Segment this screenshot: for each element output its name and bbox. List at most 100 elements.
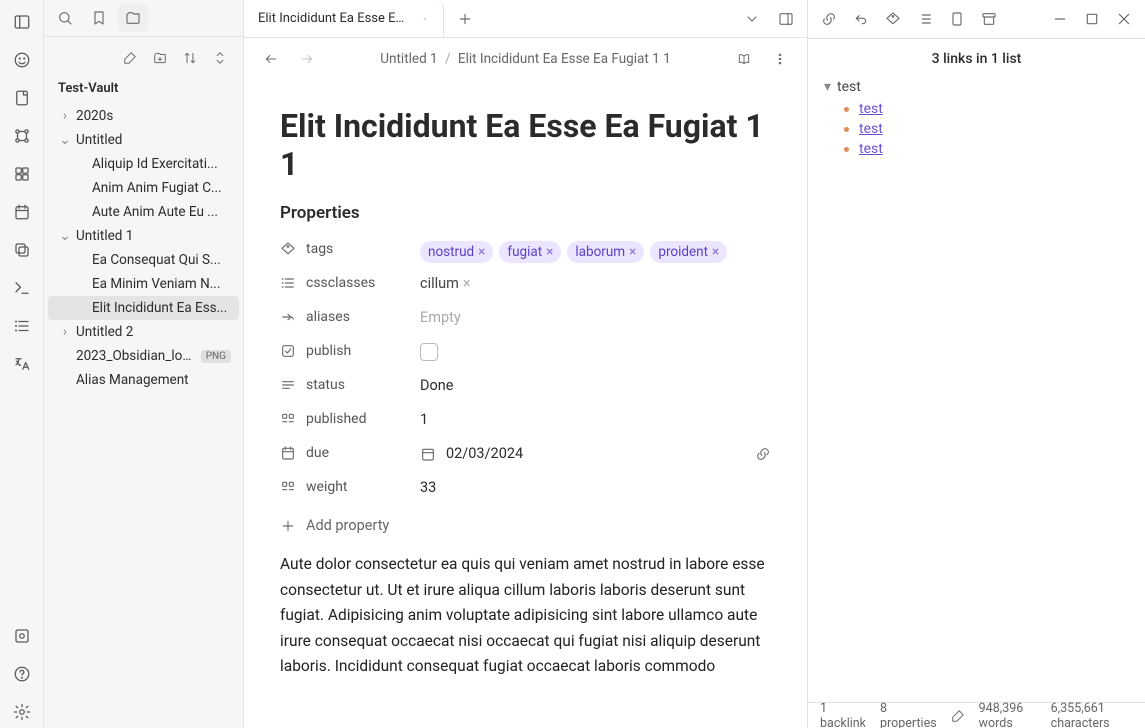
remove-tag-icon[interactable]: × [546,244,553,260]
tag-chip[interactable]: laborum× [567,241,644,263]
prop-row-published[interactable]: published 1 [280,405,771,439]
files-tab-button[interactable] [118,4,148,32]
tree-label: 2020s [76,108,231,124]
tags-pane-button[interactable] [878,4,908,34]
plus-icon [280,518,296,534]
tag-chip[interactable]: fugiat× [499,241,561,263]
prop-row-status[interactable]: status Done [280,371,771,405]
remove-tag-icon[interactable]: × [629,244,636,260]
calendar-icon[interactable] [6,196,38,228]
window-maximize-button[interactable] [1077,4,1107,34]
backlinks-button[interactable] [846,4,876,34]
publish-checkbox[interactable] [420,343,438,361]
properties-heading: Properties [280,203,771,223]
status-edit-mode[interactable] [951,709,965,723]
doc-title[interactable]: Elit Incididunt Ea Esse Ea Fugiat 1 1 [280,107,771,183]
status-backlinks[interactable]: 1 backlink [820,701,866,728]
tag-chip[interactable]: nostrud× [420,241,493,263]
remove-tag-icon[interactable]: × [478,244,485,260]
prop-row-due[interactable]: due 02/03/2024 [280,439,771,473]
template-icon[interactable] [6,82,38,114]
apps-icon[interactable] [6,158,38,190]
translate-icon[interactable] [6,348,38,380]
toggle-right-sidebar-button[interactable] [771,4,801,34]
vault-name[interactable]: Test-Vault [44,77,243,104]
prop-row-tags[interactable]: tags nostrud×fugiat×laborum×proident× [280,235,771,269]
breadcrumb-current[interactable]: Elit Incididunt Ea Esse Ea Fugiat 1 1 [458,51,671,67]
status-characters[interactable]: 6,355,661 characters [1051,701,1133,728]
breadcrumb[interactable]: Untitled 1 / Elit Incididunt Ea Esse Ea … [330,51,721,67]
nav-forward-button[interactable] [294,46,320,72]
link-icon[interactable] [755,446,771,462]
tab-dropdown-button[interactable] [737,4,767,34]
add-property-button[interactable]: Add property [280,507,771,552]
sort-button[interactable] [177,45,203,71]
tree-folder[interactable]: ⌄Untitled 1 [48,224,239,248]
graph-icon[interactable] [6,120,38,152]
collapse-button[interactable] [207,45,233,71]
emoji-icon[interactable] [6,44,38,76]
prop-row-aliases[interactable]: aliases Empty [280,303,771,337]
status-words[interactable]: 948,396 words [979,701,1037,728]
vault-icon[interactable] [6,620,38,652]
tree-file[interactable]: Elit Incididunt Ea Ess... [48,296,239,320]
command-icon[interactable] [6,272,38,304]
tree-file[interactable]: Aute Anim Aute Eu ... [48,200,239,224]
prop-row-cssclasses[interactable]: cssclasses cillum× [280,269,771,303]
prop-label: aliases [306,309,350,325]
list-icon [280,275,296,291]
document-body[interactable]: Elit Incididunt Ea Esse Ea Fugiat 1 1 Pr… [244,81,807,728]
link-group-header[interactable]: ▾ test [824,79,1129,95]
nav-back-button[interactable] [258,46,284,72]
new-tab-button[interactable] [450,4,480,34]
reading-mode-button[interactable] [731,46,757,72]
breadcrumb-parent[interactable]: Untitled 1 [380,51,437,67]
window-minimize-button[interactable] [1045,4,1075,34]
settings-icon[interactable] [6,696,38,728]
more-options-button[interactable] [767,46,793,72]
remove-chip-icon[interactable]: × [463,275,471,292]
published-value[interactable]: 1 [420,411,428,428]
outgoing-links-button[interactable] [814,4,844,34]
remove-tag-icon[interactable]: × [712,244,719,260]
right-sidebar: 3 links in 1 list ▾ test testtesttest 1 … [807,0,1145,728]
cssclass-chip[interactable]: cillum× [420,275,471,292]
tab-close-button[interactable] [417,11,433,27]
tree-file[interactable]: Ea Minim Veniam N... [48,272,239,296]
chevron-icon: › [58,324,72,340]
list-icon[interactable] [6,310,38,342]
due-value[interactable]: 02/03/2024 [446,445,523,462]
tree-file[interactable]: Ea Consequat Qui S... [48,248,239,272]
tree-file[interactable]: Alias Management [48,368,239,392]
outline-button[interactable] [910,4,940,34]
tree-label: Untitled 2 [76,324,231,340]
tree-label: Untitled 1 [76,228,231,244]
tree-file[interactable]: 2023_Obsidian_lo...PNG [48,344,239,368]
new-note-button[interactable] [117,45,143,71]
status-properties[interactable]: 8 properties [880,701,937,728]
prop-row-weight[interactable]: weight 33 [280,473,771,507]
tree-folder[interactable]: ⌄Untitled [48,128,239,152]
window-close-button[interactable] [1109,4,1139,34]
body-text[interactable]: Aute dolor consectetur ea quis qui venia… [280,552,771,680]
status-value[interactable]: Done [420,377,453,394]
new-folder-button[interactable] [147,45,173,71]
tag-chip[interactable]: proident× [650,241,727,263]
help-icon[interactable] [6,658,38,690]
bookmark-tab-button[interactable] [84,4,114,32]
link[interactable]: test [859,141,883,157]
file-pane-button[interactable] [942,4,972,34]
tree-file[interactable]: Anim Anim Fugiat C... [48,176,239,200]
weight-value[interactable]: 33 [420,479,436,496]
tree-file[interactable]: Aliquip Id Exercitati... [48,152,239,176]
search-tab-button[interactable] [50,4,80,32]
archive-button[interactable] [974,4,1004,34]
tab[interactable]: Elit Incididunt Ea Esse Ea F... [244,0,444,37]
link[interactable]: test [859,101,883,117]
link[interactable]: test [859,121,883,137]
tree-folder[interactable]: ›Untitled 2 [48,320,239,344]
copy-icon[interactable] [6,234,38,266]
tree-folder[interactable]: ›2020s [48,104,239,128]
toggle-left-sidebar-button[interactable] [6,6,38,38]
prop-row-publish[interactable]: publish [280,337,771,371]
